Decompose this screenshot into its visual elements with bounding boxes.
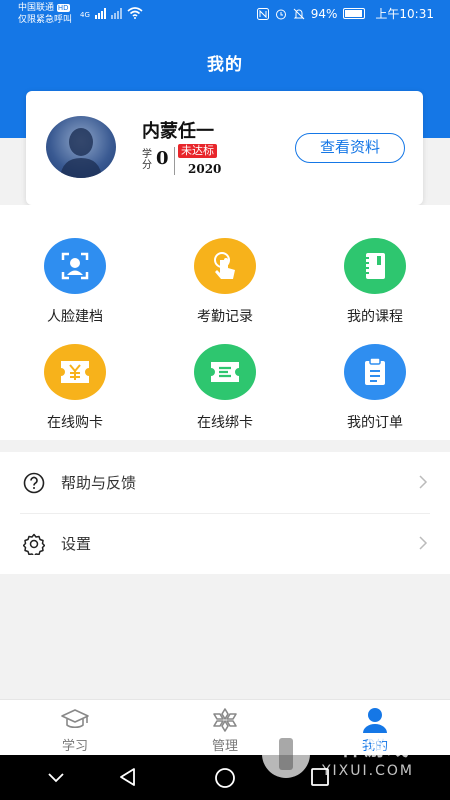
graduation-cap-icon xyxy=(61,709,89,729)
grid-label: 考勤记录 xyxy=(197,309,253,325)
list-label: 设置 xyxy=(61,535,92,553)
tab-study[interactable]: 学习 xyxy=(0,700,150,756)
grid-item-attendance[interactable]: 考勤记录 xyxy=(170,238,280,326)
back-icon[interactable] xyxy=(118,767,138,787)
watermark-subtext: YIXUI.COM xyxy=(322,763,414,779)
tab-label: 学习 xyxy=(61,739,88,754)
watermark-logo-icon xyxy=(262,730,310,778)
grid-label: 我的课程 xyxy=(347,309,403,325)
settings-list: 帮助与反馈 设置 xyxy=(0,452,450,574)
grid-label: 在线购卡 xyxy=(47,415,103,431)
grid-item-bind-card[interactable]: 在线绑卡 xyxy=(170,344,280,432)
home-icon[interactable] xyxy=(214,767,236,789)
status-bar: 中国联通 HD 仅限紧急呼叫 4G 94% 上午10:31 xyxy=(0,0,450,28)
watermark-text: 一件游戏 xyxy=(318,736,411,761)
list-item-help[interactable]: 帮助与反馈 xyxy=(0,452,450,514)
help-icon xyxy=(23,472,45,494)
ticket-icon xyxy=(194,344,256,400)
chevron-right-icon xyxy=(419,536,428,550)
status-right: 94% 上午10:31 xyxy=(256,5,434,22)
list-item-settings[interactable]: 设置 xyxy=(0,513,450,574)
person-silhouette-icon xyxy=(60,128,102,178)
emergency-only-text: 仅限紧急呼叫 xyxy=(18,15,73,25)
avatar[interactable] xyxy=(46,116,116,178)
grid-item-buy-card[interactable]: 在线购卡 xyxy=(20,344,130,432)
snowflake-icon xyxy=(213,708,237,732)
view-profile-button[interactable]: 查看资料 xyxy=(295,133,405,163)
user-name: 内蒙任一 xyxy=(142,121,214,142)
grid-item-face-record[interactable]: 人脸建档 xyxy=(20,238,130,326)
grid-label: 人脸建档 xyxy=(47,309,103,325)
credit-label: 学分 xyxy=(142,149,152,171)
yen-ticket-icon xyxy=(44,344,106,400)
grid-label: 在线绑卡 xyxy=(197,415,253,431)
nfc-icon xyxy=(256,7,269,20)
list-label: 帮助与反馈 xyxy=(61,474,137,492)
wifi-icon xyxy=(127,7,143,19)
divider xyxy=(174,147,175,175)
clipboard-icon xyxy=(344,344,406,400)
mute-icon xyxy=(293,8,305,19)
grid-label: 我的订单 xyxy=(347,415,403,431)
status-badge: 未达标 xyxy=(178,144,217,158)
alarm-icon xyxy=(275,9,286,19)
grid-item-my-courses[interactable]: 我的课程 xyxy=(320,238,430,326)
page-title: 我的 xyxy=(207,55,243,75)
battery-percent: 94% xyxy=(310,6,338,21)
chevron-right-icon xyxy=(419,475,428,489)
tap-hand-icon xyxy=(194,238,256,294)
site-watermark: 一件游戏 YIXUI.COM xyxy=(262,728,442,788)
function-grid: 人脸建档 考勤记录 我的课程 在线购卡 在线绑卡 我的订单 xyxy=(0,205,450,440)
hd-badge: HD xyxy=(56,4,70,12)
notebook-icon xyxy=(344,238,406,294)
signal-icons: 4G xyxy=(80,7,143,19)
battery-icon xyxy=(343,8,366,19)
year-label: 2020 xyxy=(188,162,222,176)
grid-item-my-orders[interactable]: 我的订单 xyxy=(320,344,430,432)
carrier-info: 中国联通 HD 仅限紧急呼叫 xyxy=(18,2,72,26)
clock: 上午10:31 xyxy=(375,7,434,21)
carrier-name: 中国联通 xyxy=(18,3,55,13)
network-type: 4G xyxy=(80,11,90,19)
signal-icon-2 xyxy=(110,8,122,19)
settings-icon xyxy=(23,533,45,555)
face-scan-icon xyxy=(44,238,106,294)
collapse-icon[interactable] xyxy=(46,767,66,787)
credit-value: 0 xyxy=(156,148,169,169)
profile-card: 内蒙任一 学分 0 未达标 2020 查看资料 xyxy=(26,91,423,205)
signal-icon xyxy=(94,8,106,19)
